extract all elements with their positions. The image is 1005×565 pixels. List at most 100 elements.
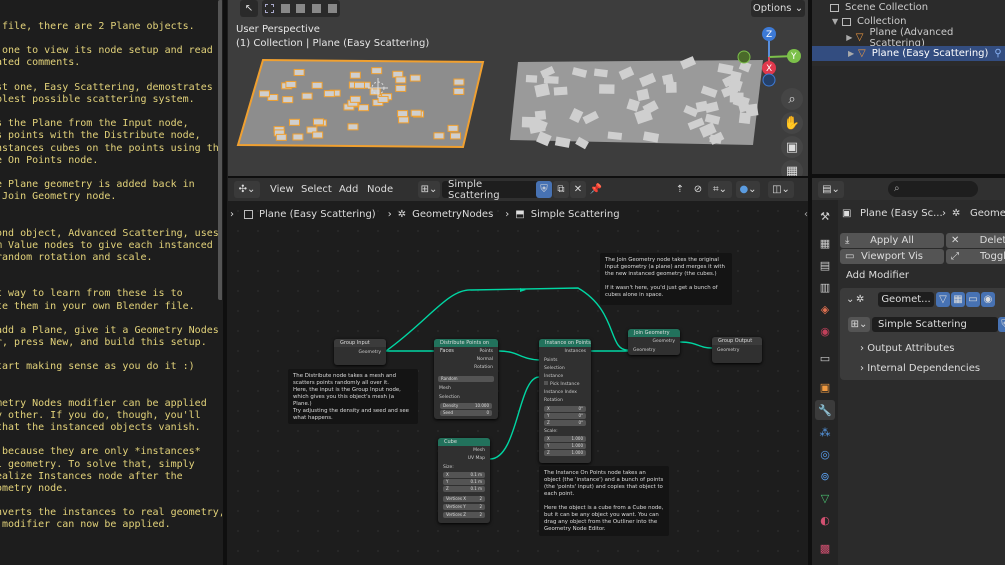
area-divider[interactable] bbox=[223, 0, 227, 565]
sidebar-toggle-icon[interactable]: ◫⌄ bbox=[768, 181, 794, 198]
3d-viewport[interactable]: Z Y X ↖ Options ⌄ User Perspective (1) C… bbox=[228, 0, 808, 176]
comment-frame-distribute[interactable]: The Distribute node takes a mesh and sca… bbox=[288, 369, 418, 424]
delete-all-button[interactable]: ✕ Delet bbox=[946, 233, 1005, 248]
ortho-grid-icon[interactable]: ▦ bbox=[781, 160, 803, 176]
close-icon[interactable]: ✕ bbox=[570, 181, 586, 198]
modifier-node-tree-field[interactable]: Simple Scattering bbox=[872, 317, 998, 332]
pan-hand-icon[interactable]: ✋ bbox=[781, 112, 803, 134]
selection-mode-buttons[interactable] bbox=[262, 0, 340, 17]
editor-type-icon[interactable]: ▤⌄ bbox=[818, 181, 844, 198]
menu-select[interactable]: Select bbox=[301, 181, 332, 198]
modifier-tab-icon[interactable]: 🔧 bbox=[815, 400, 835, 420]
node-join-geometry[interactable]: Join Geometry Geometry Geometry bbox=[628, 329, 680, 355]
menu-add[interactable]: Add bbox=[339, 181, 358, 198]
scale-y-field[interactable]: Y 1.000 bbox=[544, 443, 586, 449]
node-title[interactable]: Distribute Points on Faces bbox=[434, 339, 498, 354]
render-tab-icon[interactable]: ▦ bbox=[815, 233, 835, 253]
rotation-z-field[interactable]: Z 0° bbox=[544, 420, 586, 426]
options-dropdown[interactable]: Options ⌄ bbox=[751, 0, 805, 17]
node-cube[interactable]: Cube Mesh UV Map Size: X 0.1 m Y 0.1 m Z 0.… bbox=[438, 438, 490, 523]
cage-icon[interactable]: ▦ bbox=[951, 292, 965, 307]
node-title[interactable]: Cube bbox=[438, 438, 490, 446]
rotation-y-field[interactable]: Y 0° bbox=[544, 413, 586, 419]
node-tree-browse-icon[interactable]: ⊞⌄ bbox=[418, 181, 440, 198]
distribute-mode-dropdown[interactable]: Random bbox=[438, 376, 494, 382]
outliner-item-plane-easy[interactable]: ▶ ▽ Plane (Easy Scattering) ⚲ bbox=[812, 46, 1005, 61]
expand-arrow-icon[interactable]: ▶ bbox=[846, 33, 856, 42]
size-x-field[interactable]: X 0.1 m bbox=[443, 472, 485, 478]
collection-tab-icon[interactable]: ▭ bbox=[815, 348, 835, 368]
select-intersect-icon[interactable] bbox=[327, 4, 337, 13]
node-title[interactable]: Instance on Points bbox=[539, 339, 591, 347]
node-tree-name-field[interactable]: Simple Scattering bbox=[442, 179, 540, 201]
outliner[interactable]: Scene Collection ▼ Collection ▶ ▽ Plane … bbox=[812, 0, 1005, 66]
scale-z-field[interactable]: Z 1.000 bbox=[544, 450, 586, 456]
scene-tab-icon[interactable]: ◈ bbox=[815, 299, 835, 319]
viewport-vis-button[interactable]: ▭ Viewport Vis bbox=[840, 249, 944, 264]
output-tab-icon[interactable]: ▤ bbox=[815, 255, 835, 275]
select-box-icon[interactable] bbox=[265, 4, 275, 13]
expand-arrow-icon[interactable]: ▼ bbox=[832, 17, 842, 26]
snap-icon[interactable]: ⊘ bbox=[690, 181, 706, 198]
select-subtract-icon[interactable] bbox=[296, 4, 306, 13]
rotation-x-field[interactable]: X 0° bbox=[544, 406, 586, 412]
node-editor-canvas[interactable]: › Plane (Easy Scattering) › ✲ GeometryNo… bbox=[228, 201, 808, 565]
node-group-input[interactable]: Group Input Geometry bbox=[334, 339, 386, 365]
outliner-item-plane-advanced[interactable]: ▶ ▽ Plane (Advanced Scattering) bbox=[812, 27, 1005, 49]
internal-dependencies-subpanel[interactable]: › Internal Dependencies bbox=[860, 363, 980, 374]
physics-tab-icon[interactable]: ◎ bbox=[815, 444, 835, 464]
vertices-x-field[interactable]: Vertices X2 bbox=[443, 496, 485, 502]
chevron-left-icon[interactable]: ‹ bbox=[804, 209, 808, 220]
properties-search-input[interactable]: ⌕ bbox=[888, 181, 978, 197]
menu-node[interactable]: Node bbox=[367, 181, 393, 198]
texture-tab-icon[interactable]: ▩ bbox=[815, 538, 835, 558]
text-scrollbar[interactable] bbox=[218, 0, 222, 300]
view-layer-tab-icon[interactable]: ▥ bbox=[815, 277, 835, 297]
node-title[interactable]: Group Output bbox=[712, 337, 762, 345]
vertices-y-field[interactable]: Vertices Y2 bbox=[443, 504, 485, 510]
expand-arrow-icon[interactable]: ▶ bbox=[848, 49, 858, 58]
seed-field[interactable]: Seed 0 bbox=[440, 410, 492, 416]
pick-instance-checkbox[interactable]: Pick Instance bbox=[544, 381, 580, 388]
scale-x-field[interactable]: X 1.000 bbox=[544, 436, 586, 442]
pin-icon[interactable]: 📌 bbox=[588, 181, 604, 198]
tool-tab-icon[interactable]: ⚒ bbox=[815, 206, 835, 226]
viewport-display-icon[interactable]: ▭ bbox=[966, 292, 980, 307]
scene-collection-row[interactable]: Scene Collection bbox=[812, 0, 1005, 15]
fake-user-shield-icon[interactable]: ⛨ bbox=[998, 317, 1005, 332]
output-attributes-subpanel[interactable]: › Output Attributes bbox=[860, 343, 954, 354]
vertices-z-field[interactable]: Vertices Z2 bbox=[443, 512, 485, 518]
constraints-tab-icon[interactable]: ⊚ bbox=[815, 466, 835, 486]
node-distribute-points[interactable]: Distribute Points on Faces Points Normal… bbox=[434, 339, 498, 419]
camera-view-icon[interactable]: ▣ bbox=[781, 136, 803, 158]
select-tool-icon[interactable]: ↖ bbox=[240, 0, 258, 17]
text-editor[interactable]: file, there are 2 Plane objects. one to … bbox=[0, 0, 222, 565]
zoom-icon[interactable]: ⌕ bbox=[781, 88, 803, 110]
density-field[interactable]: Density 10.000 bbox=[440, 403, 492, 409]
duplicate-icon[interactable]: ⧉ bbox=[553, 181, 569, 198]
world-tab-icon[interactable]: ◉ bbox=[815, 321, 835, 341]
node-title[interactable]: Join Geometry bbox=[628, 329, 680, 337]
comment-frame-instance[interactable]: The Instance On Points node takes an obj… bbox=[539, 466, 669, 536]
toggle-stack-button[interactable]: ⤢ Toggl bbox=[946, 249, 1005, 264]
material-tab-icon[interactable]: ◐ bbox=[815, 510, 835, 530]
edit-mode-icon[interactable]: ▽ bbox=[936, 292, 950, 307]
neg-y-axis-icon[interactable] bbox=[737, 50, 751, 64]
menu-view[interactable]: View bbox=[270, 181, 294, 198]
snap-target-icon[interactable]: ⌗⌄ bbox=[708, 181, 732, 198]
data-tab-icon[interactable]: ▽ bbox=[815, 488, 835, 508]
node-tree-browse-icon[interactable]: ⊞⌄ bbox=[848, 317, 870, 332]
select-extend-icon[interactable] bbox=[280, 4, 290, 13]
size-z-field[interactable]: Z 0.1 m bbox=[443, 486, 485, 492]
node-group-output[interactable]: Group Output Geometry bbox=[712, 337, 762, 363]
fake-user-shield-icon[interactable]: ⛨ bbox=[536, 181, 552, 198]
modifier-name-field[interactable]: Geomet... bbox=[878, 292, 934, 307]
text-content[interactable]: file, there are 2 Plane objects. one to … bbox=[0, 21, 222, 532]
overlays-icon[interactable]: ● ⌄ bbox=[736, 181, 760, 198]
editor-type-icon[interactable]: ✣⌄ bbox=[234, 181, 260, 198]
size-y-field[interactable]: Y 0.1 m bbox=[443, 479, 485, 485]
render-icon[interactable]: ◉ bbox=[981, 292, 995, 307]
object-tab-icon[interactable]: ▣ bbox=[815, 377, 835, 397]
collapse-arrow-icon[interactable]: ⌄ bbox=[846, 294, 854, 305]
parent-node-tree-icon[interactable]: ⇡ bbox=[672, 181, 688, 198]
